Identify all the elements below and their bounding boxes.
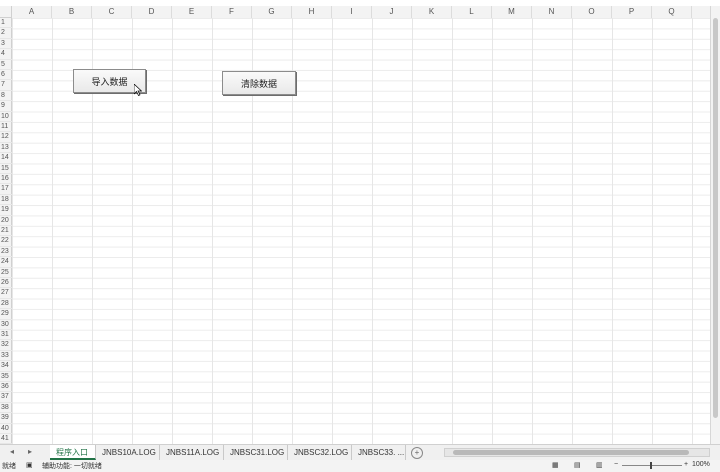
row-header[interactable]: 32 (0, 340, 12, 351)
macro-record-icon[interactable]: ▣ (26, 461, 33, 469)
vertical-scrollbar[interactable] (710, 6, 720, 444)
zoom-level[interactable]: 100% (692, 461, 710, 468)
row-header[interactable]: 22 (0, 236, 12, 247)
select-all-corner[interactable] (0, 6, 12, 18)
spreadsheet: ABCDEFGHIJKLMNOPQ 1 2 3 4 5 6 7 8 9 10 11 12 13 14 15 1… (0, 0, 710, 445)
row-header[interactable]: 17 (0, 184, 12, 195)
tab-next-icon[interactable]: ▸ (28, 447, 32, 456)
page-layout-icon[interactable]: ▤ (574, 461, 581, 469)
column-header-e[interactable]: E (172, 6, 212, 18)
row-headers: 1 2 3 4 5 6 7 8 9 10 11 12 13 14 15 16 17 18 19 20 21 22 23 24 2… (0, 18, 12, 445)
row-header[interactable]: 40 (0, 424, 12, 434)
row-header[interactable]: 24 (0, 257, 12, 268)
row-header[interactable]: 29 (0, 309, 12, 320)
column-header-c[interactable]: C (92, 6, 132, 18)
column-header-i[interactable]: I (332, 6, 372, 18)
row-header[interactable]: 6 (0, 70, 12, 81)
add-sheet-button[interactable]: + (411, 447, 423, 459)
row-header[interactable]: 12 (0, 132, 12, 143)
row-header[interactable]: 37 (0, 392, 12, 403)
sheet-tab[interactable]: 程序入口 (50, 445, 96, 460)
row-header[interactable]: 10 (0, 112, 12, 122)
sheet-tab-bar: ◂ ▸ 程序入口 JNBS10A.LOG JNBS11A.LOG JNBSC31.LO… (0, 444, 720, 460)
row-header[interactable]: 13 (0, 143, 12, 154)
row-header[interactable]: 39 (0, 413, 12, 424)
column-header-f[interactable]: F (212, 6, 252, 18)
row-header[interactable]: 31 (0, 330, 12, 341)
row-header[interactable]: 21 (0, 226, 12, 237)
row-header[interactable]: 7 (0, 80, 12, 91)
row-header[interactable]: 26 (0, 278, 12, 289)
zoom-out-icon[interactable]: − (614, 461, 618, 468)
column-header-d[interactable]: D (132, 6, 172, 18)
row-header[interactable]: 11 (0, 122, 12, 133)
row-header[interactable]: 30 (0, 320, 12, 330)
row-header[interactable]: 18 (0, 195, 12, 206)
zoom-slider[interactable] (622, 465, 682, 466)
row-header[interactable]: 34 (0, 361, 12, 372)
column-header-o[interactable]: O (572, 6, 612, 18)
row-header[interactable]: 20 (0, 216, 12, 226)
sheet-tab[interactable]: JNBS10A.LOG (96, 445, 160, 460)
column-header-m[interactable]: M (492, 6, 532, 18)
row-header[interactable]: 15 (0, 164, 12, 174)
status-bar: 就绪 ▣ 辅助功能: 一切就绪 ▦ ▤ ▥ − + 100% (0, 460, 720, 472)
row-header[interactable]: 8 (0, 91, 12, 102)
sheet-tab[interactable]: JNBS11A.LOG (160, 445, 224, 460)
row-header[interactable]: 36 (0, 382, 12, 393)
status-ready: 就绪 (2, 463, 16, 470)
clear-data-button[interactable]: 清除数据 (222, 71, 296, 95)
mouse-cursor-icon (134, 84, 142, 96)
sheet-tab[interactable]: JNBSC32.LOG (288, 445, 352, 460)
accessibility-status[interactable]: 辅助功能: 一切就绪 (42, 461, 102, 471)
column-header-k[interactable]: K (412, 6, 452, 18)
row-header[interactable]: 16 (0, 174, 12, 185)
row-header[interactable]: 28 (0, 299, 12, 310)
row-header[interactable]: 3 (0, 39, 12, 50)
zoom-slider-handle[interactable] (650, 462, 652, 469)
column-header-b[interactable]: B (52, 6, 92, 18)
row-header[interactable]: 2 (0, 28, 12, 39)
column-header-j[interactable]: J (372, 6, 412, 18)
row-header[interactable]: 14 (0, 153, 12, 164)
zoom-in-icon[interactable]: + (684, 461, 688, 468)
row-header[interactable]: 38 (0, 403, 12, 414)
column-header-g[interactable]: G (252, 6, 292, 18)
row-header[interactable]: 23 (0, 247, 12, 258)
column-header-h[interactable]: H (292, 6, 332, 18)
row-header[interactable]: 5 (0, 60, 12, 70)
horizontal-scroll-thumb[interactable] (453, 450, 689, 455)
page-break-icon[interactable]: ▥ (596, 461, 603, 469)
column-header-l[interactable]: L (452, 6, 492, 18)
tab-prev-icon[interactable]: ◂ (10, 447, 14, 456)
column-header-a[interactable]: A (12, 6, 52, 18)
vertical-scroll-thumb[interactable] (713, 18, 718, 418)
column-header-p[interactable]: P (612, 6, 652, 18)
row-header[interactable]: 1 (0, 18, 12, 29)
row-header[interactable]: 35 (0, 372, 12, 382)
row-header[interactable]: 25 (0, 268, 12, 278)
row-header[interactable]: 33 (0, 351, 12, 362)
row-header[interactable]: 19 (0, 205, 12, 216)
column-header-n[interactable]: N (532, 6, 572, 18)
sheet-tab[interactable]: JNBSC33. ... (352, 445, 406, 460)
horizontal-scrollbar[interactable] (444, 448, 710, 457)
sheet-tab[interactable]: JNBSC31.LOG (224, 445, 288, 460)
column-header-q[interactable]: Q (652, 6, 692, 18)
row-header[interactable]: 41 (0, 434, 12, 445)
row-header[interactable]: 4 (0, 49, 12, 60)
row-header[interactable]: 9 (0, 101, 12, 112)
row-header[interactable]: 27 (0, 288, 12, 299)
normal-view-icon[interactable]: ▦ (552, 461, 559, 469)
